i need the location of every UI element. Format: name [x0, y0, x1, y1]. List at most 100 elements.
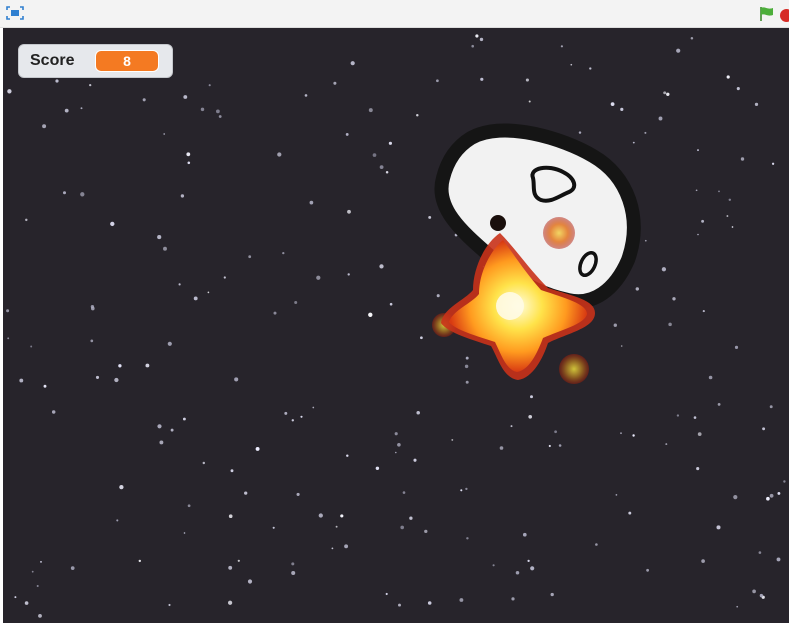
- star: [6, 309, 10, 313]
- asteroid-sprite[interactable]: [434, 123, 641, 309]
- star: [420, 336, 423, 340]
- star: [244, 491, 248, 495]
- star: [318, 513, 323, 518]
- star: [510, 425, 513, 428]
- star: [187, 161, 191, 165]
- star: [697, 149, 699, 152]
- star: [672, 297, 676, 301]
- star: [119, 484, 124, 490]
- star: [554, 430, 557, 434]
- star: [70, 566, 75, 570]
- star: [80, 192, 85, 197]
- star: [620, 345, 623, 347]
- star: [394, 451, 397, 454]
- star: [375, 466, 380, 471]
- star: [558, 444, 562, 447]
- star: [202, 461, 206, 465]
- star: [394, 432, 398, 436]
- stop-sign-icon[interactable]: [780, 9, 789, 22]
- star: [499, 446, 504, 450]
- star: [459, 598, 464, 602]
- star: [492, 564, 495, 567]
- game-stage[interactable]: Score 8: [3, 28, 789, 623]
- star: [697, 432, 702, 436]
- star: [560, 45, 564, 48]
- star: [163, 133, 166, 135]
- star: [451, 438, 454, 441]
- star: [347, 273, 350, 276]
- star: [385, 592, 388, 596]
- star: [548, 444, 551, 448]
- star: [186, 152, 191, 157]
- star: [25, 218, 28, 222]
- star: [228, 565, 233, 570]
- star: [635, 287, 639, 291]
- star: [368, 312, 373, 317]
- star: [163, 246, 167, 251]
- star: [200, 107, 205, 112]
- star: [291, 570, 296, 576]
- star-field: [6, 34, 786, 618]
- star: [344, 544, 349, 549]
- star: [776, 557, 781, 562]
- star: [734, 345, 739, 349]
- star: [777, 491, 781, 495]
- stage-toolbar: [0, 0, 789, 28]
- star: [350, 61, 355, 66]
- star: [138, 559, 142, 563]
- star: [55, 79, 59, 83]
- star: [273, 311, 277, 315]
- star: [717, 402, 721, 406]
- star: [676, 48, 681, 53]
- star: [754, 102, 759, 107]
- green-flag-icon[interactable]: [758, 6, 776, 22]
- star: [465, 380, 469, 384]
- star: [31, 570, 34, 573]
- fullscreen-icon[interactable]: [6, 6, 24, 20]
- star: [51, 410, 56, 414]
- star: [578, 131, 582, 134]
- star: [62, 191, 67, 195]
- star: [428, 215, 432, 219]
- star: [550, 592, 554, 597]
- star: [116, 519, 119, 522]
- star: [726, 215, 729, 217]
- star: [248, 255, 252, 259]
- star: [19, 378, 24, 383]
- star: [708, 375, 713, 380]
- star: [208, 84, 211, 87]
- star: [43, 384, 47, 388]
- star: [690, 36, 694, 40]
- star: [223, 276, 226, 279]
- star: [728, 198, 732, 202]
- star: [695, 189, 698, 192]
- star: [620, 107, 624, 111]
- star: [398, 603, 401, 607]
- star: [388, 141, 392, 145]
- star: [769, 405, 773, 409]
- star: [663, 91, 667, 95]
- star: [465, 487, 468, 491]
- star: [368, 108, 373, 113]
- star: [183, 532, 186, 534]
- star: [296, 492, 300, 496]
- star: [731, 226, 734, 228]
- stage-window: Score 8: [0, 0, 789, 623]
- star: [230, 469, 234, 473]
- star: [759, 593, 764, 598]
- star: [385, 171, 389, 174]
- star: [570, 63, 573, 66]
- star: [620, 432, 622, 435]
- star: [7, 337, 10, 340]
- star: [389, 302, 393, 306]
- star: [372, 153, 377, 157]
- star: [42, 124, 47, 129]
- star: [400, 525, 405, 530]
- star: [413, 458, 417, 462]
- star: [193, 296, 198, 301]
- star: [436, 294, 440, 298]
- star: [145, 363, 150, 368]
- star: [530, 566, 535, 571]
- star: [644, 131, 647, 134]
- star: [525, 78, 529, 82]
